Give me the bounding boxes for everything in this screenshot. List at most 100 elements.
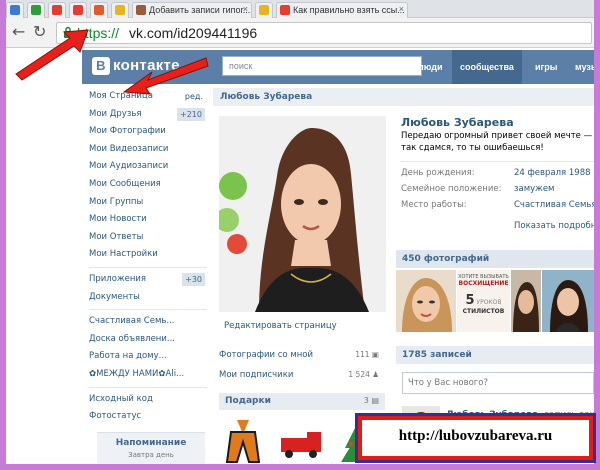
photo-thumb-3[interactable] bbox=[511, 270, 541, 332]
info-value-birthday[interactable]: 24 февраля 1988 г. bbox=[514, 168, 594, 178]
info-label-birthday: День рождения: bbox=[401, 168, 475, 178]
nav-communities[interactable]: сообщества bbox=[452, 50, 522, 84]
left-menu-item[interactable]: Доска объявлени... bbox=[89, 331, 207, 349]
nav-people[interactable]: люди bbox=[410, 50, 451, 84]
posts-header[interactable]: 1785 записей bbox=[396, 346, 594, 364]
gifts-header[interactable]: Подарки 3 ▤ bbox=[219, 393, 385, 410]
info-label-marital: Семейное положение: bbox=[401, 184, 502, 194]
left-menu-item[interactable]: Счастливая Семь... bbox=[89, 313, 207, 331]
tab-favicon-icon bbox=[259, 5, 269, 15]
profile-name: Любовь Зубарева bbox=[401, 116, 514, 129]
photos-with-me-count: 111 ▣ bbox=[355, 350, 379, 359]
screenshot-frame: Добавить записи гипог... × Как правильно в… bbox=[6, 0, 594, 464]
tab-close-icon[interactable]: × bbox=[399, 4, 404, 14]
tab-favicon-icon bbox=[73, 5, 83, 15]
browser-tab-4[interactable] bbox=[69, 2, 87, 18]
left-menu-item[interactable]: Мои Настройки bbox=[89, 246, 207, 264]
ad-line-3: УРОКОВ bbox=[476, 299, 502, 306]
browser-tab-2[interactable] bbox=[27, 2, 45, 18]
photos-with-me-link[interactable]: Фотографии со мной 111 ▣ bbox=[219, 350, 385, 360]
red-arrow-to-my-page bbox=[122, 57, 209, 95]
profile-photo[interactable] bbox=[219, 116, 386, 312]
left-menu-item-label: Приложения bbox=[89, 273, 147, 284]
left-menu-item-label: Доска объявлени... bbox=[89, 333, 175, 344]
left-menu-item-label: Исходный код bbox=[89, 393, 153, 404]
edit-page-link[interactable]: Редактировать страницу bbox=[224, 321, 337, 331]
browser-navigation-bar: ← ↻ https:// vk.com/id209441196 bbox=[6, 18, 594, 48]
left-menu-item-label: Мои Ответы bbox=[89, 231, 144, 242]
left-menu-item[interactable]: Приложения +30 bbox=[89, 271, 207, 289]
left-menu-item[interactable]: Фотостатус bbox=[89, 408, 207, 426]
ad-line-2: ВОСХИЩЕНИЕ bbox=[458, 280, 509, 287]
gift-icon: ▤ bbox=[371, 396, 379, 405]
browser-tab-5[interactable] bbox=[90, 2, 108, 18]
browser-tab-strip: Добавить записи гипог... × Как правильно в… bbox=[6, 0, 594, 18]
subscribers-link[interactable]: Мои подписчики 1 524 ♟ bbox=[219, 370, 385, 380]
info-divider bbox=[401, 161, 594, 162]
photo-thumb-3-image bbox=[511, 270, 541, 332]
nav-games[interactable]: игры bbox=[527, 50, 565, 84]
reminder-sub: Завтра день bbox=[128, 451, 174, 459]
photo-thumb-4-image bbox=[542, 270, 594, 332]
tab-favicon-icon bbox=[280, 5, 290, 15]
browser-tab-3[interactable] bbox=[48, 2, 66, 18]
left-menu-item[interactable]: Мои Сообщения bbox=[89, 176, 207, 194]
menu-separator bbox=[89, 386, 207, 388]
tab-close-icon[interactable]: × bbox=[243, 4, 248, 14]
profile-header-name: Любовь Зубарева bbox=[213, 88, 594, 106]
tab-favicon-icon bbox=[10, 5, 20, 15]
left-menu-item[interactable]: Мои Друзья +210 bbox=[89, 106, 207, 124]
left-menu-item[interactable]: Исходный код bbox=[89, 391, 207, 409]
left-menu-item-label: Счастливая Семь... bbox=[89, 316, 175, 327]
address-bar[interactable]: https:// vk.com/id209441196 bbox=[56, 22, 592, 44]
left-menu-item[interactable]: Документы bbox=[89, 289, 207, 307]
new-post-input[interactable]: Что у Вас нового? bbox=[402, 372, 594, 394]
ad-number: 5 bbox=[465, 293, 475, 308]
browser-tab-7[interactable]: Добавить записи гипог... × bbox=[132, 2, 252, 18]
gifts-count: 3 ▤ bbox=[364, 396, 379, 405]
watermark-url-banner: http://lubovzubareva.ru bbox=[355, 413, 596, 463]
red-arrow-to-url bbox=[15, 29, 89, 81]
show-more-link[interactable]: Показать подробну bbox=[514, 221, 594, 231]
left-menu-item-label: Документы bbox=[89, 291, 140, 302]
gifts-title: Подарки bbox=[225, 396, 271, 406]
photos-with-me-label: Фотографии со мной bbox=[219, 350, 314, 360]
gifts-count-value: 3 bbox=[363, 396, 369, 405]
left-menu-item[interactable]: ✿МЕЖДУ НАМИ✿Ali... bbox=[89, 366, 207, 384]
profile-status[interactable]: Передаю огромный привет своей мечте — та… bbox=[401, 130, 594, 154]
left-menu-item[interactable]: Мои Группы bbox=[89, 194, 207, 212]
ad-line-4: СТИЛИСТОВ bbox=[462, 308, 505, 315]
info-value-work[interactable]: Счастливая Семья. bbox=[514, 200, 594, 210]
browser-tab-8[interactable] bbox=[255, 2, 273, 18]
left-menu-item-label: Мои Аудиозаписи bbox=[89, 161, 169, 172]
status-line-1: Передаю огромный привет своей мечте — bbox=[401, 131, 593, 141]
browser-tab-9[interactable]: Как правильно взять ссы... × bbox=[276, 2, 408, 18]
photo-thumb-4[interactable] bbox=[542, 270, 594, 332]
reminder-box: Напоминание Завтра день bbox=[97, 432, 205, 464]
left-menu-item-label: Мои Друзья bbox=[89, 108, 142, 119]
left-menu-item[interactable]: Мои Видеозаписи bbox=[89, 141, 207, 159]
info-value-marital[interactable]: замужем bbox=[514, 184, 554, 194]
left-menu-item-label: Мои Сообщения bbox=[89, 178, 161, 189]
left-menu-item-label: Фотостатус bbox=[89, 411, 142, 422]
left-menu-item-label: Мои Новости bbox=[89, 214, 147, 225]
info-label-work: Место работы: bbox=[401, 200, 467, 210]
left-menu-item-label: Мои Группы bbox=[89, 196, 144, 207]
vk-search-input[interactable]: поиск bbox=[222, 56, 422, 76]
browser-tab-6[interactable] bbox=[111, 2, 129, 18]
left-menu-item[interactable]: Мои Фотографии bbox=[89, 123, 207, 141]
left-menu-item-label: Мои Фотографии bbox=[89, 126, 166, 137]
left-menu-item-label: Работа на дому... bbox=[89, 351, 167, 362]
browser-tab-1[interactable] bbox=[6, 2, 24, 18]
photos-header[interactable]: 450 фотографий bbox=[396, 250, 594, 268]
photo-thumb-1[interactable] bbox=[396, 270, 456, 332]
profile-photo-image bbox=[219, 116, 386, 312]
left-menu-item[interactable]: Мои Аудиозаписи bbox=[89, 158, 207, 176]
left-menu-item[interactable]: Мои Новости bbox=[89, 211, 207, 229]
left-menu-item[interactable]: Работа на дому... bbox=[89, 348, 207, 366]
nav-music[interactable]: музы bbox=[567, 50, 594, 84]
photo-thumb-2-ad[interactable]: ХОТИТЕ ВЫЗЫВАТЬ ВОСХИЩЕНИЕ 5 УРОКОВ СТИЛ… bbox=[457, 270, 510, 332]
reminder-title: Напоминание bbox=[115, 438, 187, 448]
left-menu-item[interactable]: Мои Ответы bbox=[89, 229, 207, 247]
tab-favicon-icon bbox=[52, 5, 62, 15]
